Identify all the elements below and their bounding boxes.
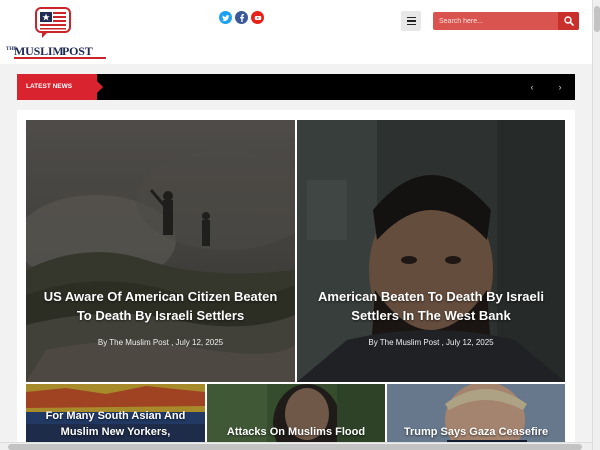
- article-title[interactable]: US Aware Of American Citizen Beaten To D…: [38, 287, 283, 325]
- horizontal-scroll-thumb[interactable]: [8, 444, 582, 450]
- article-author[interactable]: The Muslim Post: [109, 338, 169, 347]
- facebook-icon: [239, 13, 244, 22]
- twitter-link[interactable]: [219, 11, 232, 24]
- article-meta: By The Muslim Post , July 12, 2025: [297, 338, 565, 347]
- search-icon: [563, 16, 574, 26]
- search-form: [433, 12, 579, 30]
- article-card[interactable]: For Many South Asian And Muslim New York…: [26, 384, 205, 450]
- facebook-link[interactable]: [235, 11, 248, 24]
- ticker-next-button[interactable]: ›: [553, 80, 567, 94]
- article-card[interactable]: Attacks On Muslims Flood: [207, 384, 385, 450]
- article-title[interactable]: Attacks On Muslims Flood: [219, 424, 373, 440]
- search-input[interactable]: [433, 12, 558, 30]
- article-date: , July 12, 2025: [441, 338, 494, 347]
- article-title[interactable]: For Many South Asian And Muslim New York…: [38, 408, 193, 440]
- article-overlay: [387, 384, 565, 450]
- article-author[interactable]: The Muslim Post: [380, 338, 440, 347]
- hamburger-icon-bar: [406, 20, 416, 22]
- vertical-scroll-thumb[interactable]: [594, 6, 600, 32]
- article-byline: By: [97, 338, 108, 347]
- article-card[interactable]: Trump Says Gaza Ceasefire: [387, 384, 565, 450]
- search-button[interactable]: [558, 12, 579, 30]
- featured-grid: US Aware Of American Citizen Beaten To D…: [17, 110, 575, 450]
- logo-underline: [14, 57, 106, 59]
- article-meta: By The Muslim Post , July 12, 2025: [26, 338, 295, 347]
- twitter-icon: [221, 14, 230, 21]
- hamburger-icon-bar: [406, 23, 416, 26]
- hamburger-icon-bar: [406, 16, 416, 19]
- youtube-icon: [254, 15, 261, 20]
- site-logo[interactable]: THE MUSLIM POST: [6, 6, 106, 59]
- article-byline: By: [368, 338, 378, 347]
- menu-toggle-button[interactable]: [401, 11, 421, 31]
- article-title[interactable]: Trump Says Gaza Ceasefire: [399, 424, 553, 440]
- ticker-prev-button[interactable]: ‹: [525, 80, 539, 94]
- youtube-link[interactable]: [251, 11, 264, 24]
- site-header: THE MUSLIM POST: [0, 0, 592, 64]
- horizontal-scrollbar[interactable]: [0, 442, 592, 450]
- article-title[interactable]: American Beaten To Death By Israeli Sett…: [309, 287, 553, 325]
- article-date: , July 12, 2025: [171, 338, 224, 347]
- featured-article-card[interactable]: American Beaten To Death By Israeli Sett…: [297, 120, 565, 382]
- logo-wordmark: THE MUSLIM POST: [6, 44, 106, 60]
- featured-article-card[interactable]: US Aware Of American Citizen Beaten To D…: [26, 120, 295, 382]
- flag-logo-icon: [35, 7, 71, 38]
- latest-news-label: LATEST NEWS: [17, 74, 103, 100]
- vertical-scrollbar[interactable]: [592, 0, 600, 450]
- article-overlay: [207, 384, 385, 450]
- latest-news-ticker: LATEST NEWS ‹ ›: [17, 74, 575, 100]
